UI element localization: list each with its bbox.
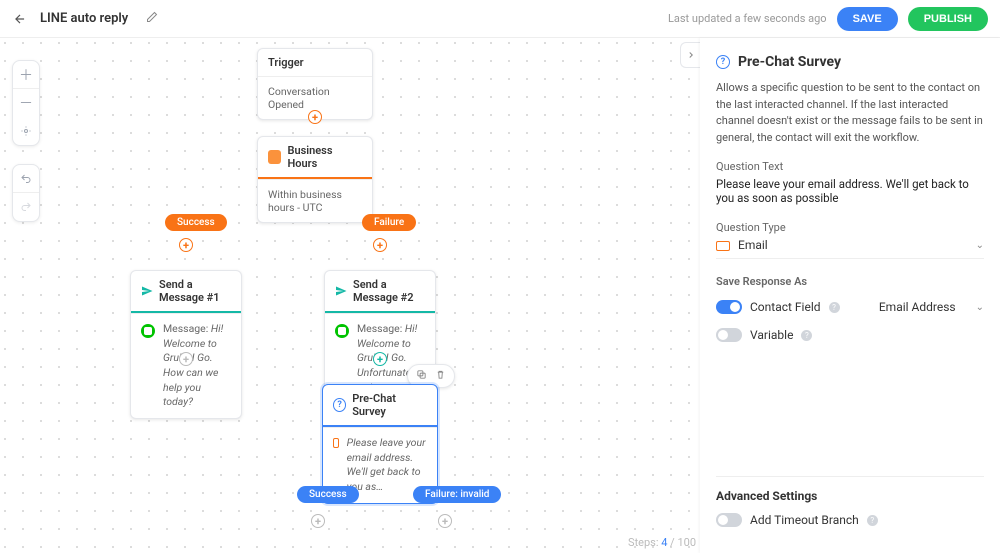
mail-icon	[716, 241, 730, 251]
help-icon[interactable]: ?	[867, 515, 878, 526]
delete-icon[interactable]	[435, 369, 446, 383]
contact-field-label: Contact Field	[750, 300, 821, 314]
connection-lines	[0, 38, 300, 188]
node-business-hours-label: Business Hours	[287, 144, 362, 170]
steps-total: 100	[677, 536, 696, 549]
side-panel: ? Pre-Chat Survey Allows a specific ques…	[700, 38, 1000, 553]
header-left: LINE auto reply	[12, 11, 158, 27]
workflow-title: LINE auto reply	[40, 11, 128, 26]
survey-success-pill[interactable]: Success	[297, 486, 359, 503]
send-icon	[335, 284, 347, 298]
undo-icon[interactable]	[13, 165, 39, 193]
question-type-value: Email	[738, 238, 768, 252]
node-msg2-title: Send a Message #2	[325, 271, 435, 313]
node-business-hours[interactable]: Business Hours Within business hours - U…	[257, 136, 373, 223]
node-send-message-1[interactable]: Send a Message #1 Message: Hi! Welcome t…	[130, 270, 242, 419]
line-channel-icon	[335, 324, 349, 338]
variable-row: Variable ?	[716, 328, 984, 342]
line-channel-icon	[141, 324, 155, 338]
question-icon: ?	[333, 398, 346, 412]
panel-title: ? Pre-Chat Survey	[716, 54, 984, 70]
survey-text: Please leave your email address. We'll g…	[347, 436, 427, 495]
question-type-dropdown[interactable]: Email ⌄	[716, 238, 984, 259]
contact-field-row: Contact Field ? Email Address ⌄	[716, 300, 984, 314]
back-arrow-icon[interactable]	[12, 11, 28, 27]
msg-prefix: Message:	[357, 322, 402, 335]
edit-title-icon[interactable]	[146, 11, 158, 26]
node-survey-label: Pre-Chat Survey	[352, 392, 427, 418]
add-step-icon[interactable]: +	[438, 514, 452, 528]
steps-current: 4	[661, 536, 667, 549]
variable-toggle[interactable]	[716, 328, 742, 342]
survey-failure-pill[interactable]: Failure: invalid	[413, 486, 501, 503]
add-step-icon[interactable]: +	[373, 238, 387, 252]
node-business-hours-body: Within business hours - UTC	[258, 179, 372, 222]
timeout-label: Add Timeout Branch	[750, 513, 859, 527]
redo-icon[interactable]	[13, 193, 39, 221]
node-trigger-title: Trigger	[258, 49, 372, 76]
save-response-label: Save Response As	[716, 275, 984, 288]
help-icon[interactable]: ?	[829, 302, 840, 313]
node-msg1-title: Send a Message #1	[131, 271, 241, 313]
contact-field-dropdown[interactable]: Email Address ⌄	[879, 300, 984, 314]
steps-counter: Steps: 4 / 100	[628, 536, 696, 549]
panel-title-text: Pre-Chat Survey	[738, 54, 841, 70]
header-right: Last updated a few seconds ago SAVE PUBL…	[668, 7, 988, 31]
node-survey-title: ? Pre-Chat Survey	[323, 385, 437, 427]
send-icon	[141, 284, 153, 298]
contact-field-value: Email Address	[879, 300, 956, 314]
zoom-toolbar: ＋ －	[12, 60, 40, 146]
workflow-canvas[interactable]: ＋ －	[0, 38, 700, 553]
steps-label: Steps:	[628, 536, 658, 549]
question-icon: ?	[716, 55, 730, 69]
timeout-toggle[interactable]	[716, 513, 742, 527]
help-icon[interactable]: ?	[801, 330, 812, 341]
calendar-icon	[268, 150, 281, 164]
add-step-icon[interactable]: +	[308, 110, 322, 124]
advanced-settings-title: Advanced Settings	[716, 489, 984, 503]
chevron-down-icon: ⌄	[976, 240, 984, 251]
save-button[interactable]: SAVE	[837, 7, 898, 31]
node-msg1-label: Send a Message #1	[159, 278, 231, 304]
add-step-icon[interactable]: +	[373, 352, 387, 366]
panel-description: Allows a specific question to be sent to…	[716, 80, 984, 146]
add-step-icon[interactable]: +	[179, 352, 193, 366]
msg-prefix: Message:	[163, 322, 208, 335]
app-header: LINE auto reply Last updated a few secon…	[0, 0, 1000, 38]
chevron-down-icon: ⌄	[976, 302, 984, 313]
question-text-label: Question Text	[716, 160, 984, 173]
panel-footer: Advanced Settings Add Timeout Branch ?	[716, 476, 984, 553]
variable-label: Variable	[750, 328, 793, 342]
zoom-out-icon[interactable]: －	[13, 89, 39, 117]
add-step-icon[interactable]: +	[179, 238, 193, 252]
contact-field-toggle[interactable]	[716, 300, 742, 314]
question-type-label: Question Type	[716, 221, 984, 234]
add-step-icon[interactable]: +	[311, 514, 325, 528]
timeout-row: Add Timeout Branch ?	[716, 513, 984, 527]
last-updated-text: Last updated a few seconds ago	[668, 12, 827, 25]
collapse-panel-icon[interactable]	[680, 42, 700, 68]
fit-view-icon[interactable]	[13, 117, 39, 145]
zoom-in-icon[interactable]: ＋	[13, 61, 39, 89]
node-business-hours-title: Business Hours	[258, 137, 372, 179]
copy-icon[interactable]	[416, 369, 427, 383]
branch-success-pill[interactable]: Success	[165, 214, 227, 231]
branch-failure-pill[interactable]: Failure	[362, 214, 416, 231]
history-toolbar	[12, 164, 40, 222]
question-text-value[interactable]: Please leave your email address. We'll g…	[716, 177, 984, 205]
node-msg2-label: Send a Message #2	[353, 278, 425, 304]
mail-icon	[333, 438, 339, 448]
publish-button[interactable]: PUBLISH	[908, 7, 988, 31]
